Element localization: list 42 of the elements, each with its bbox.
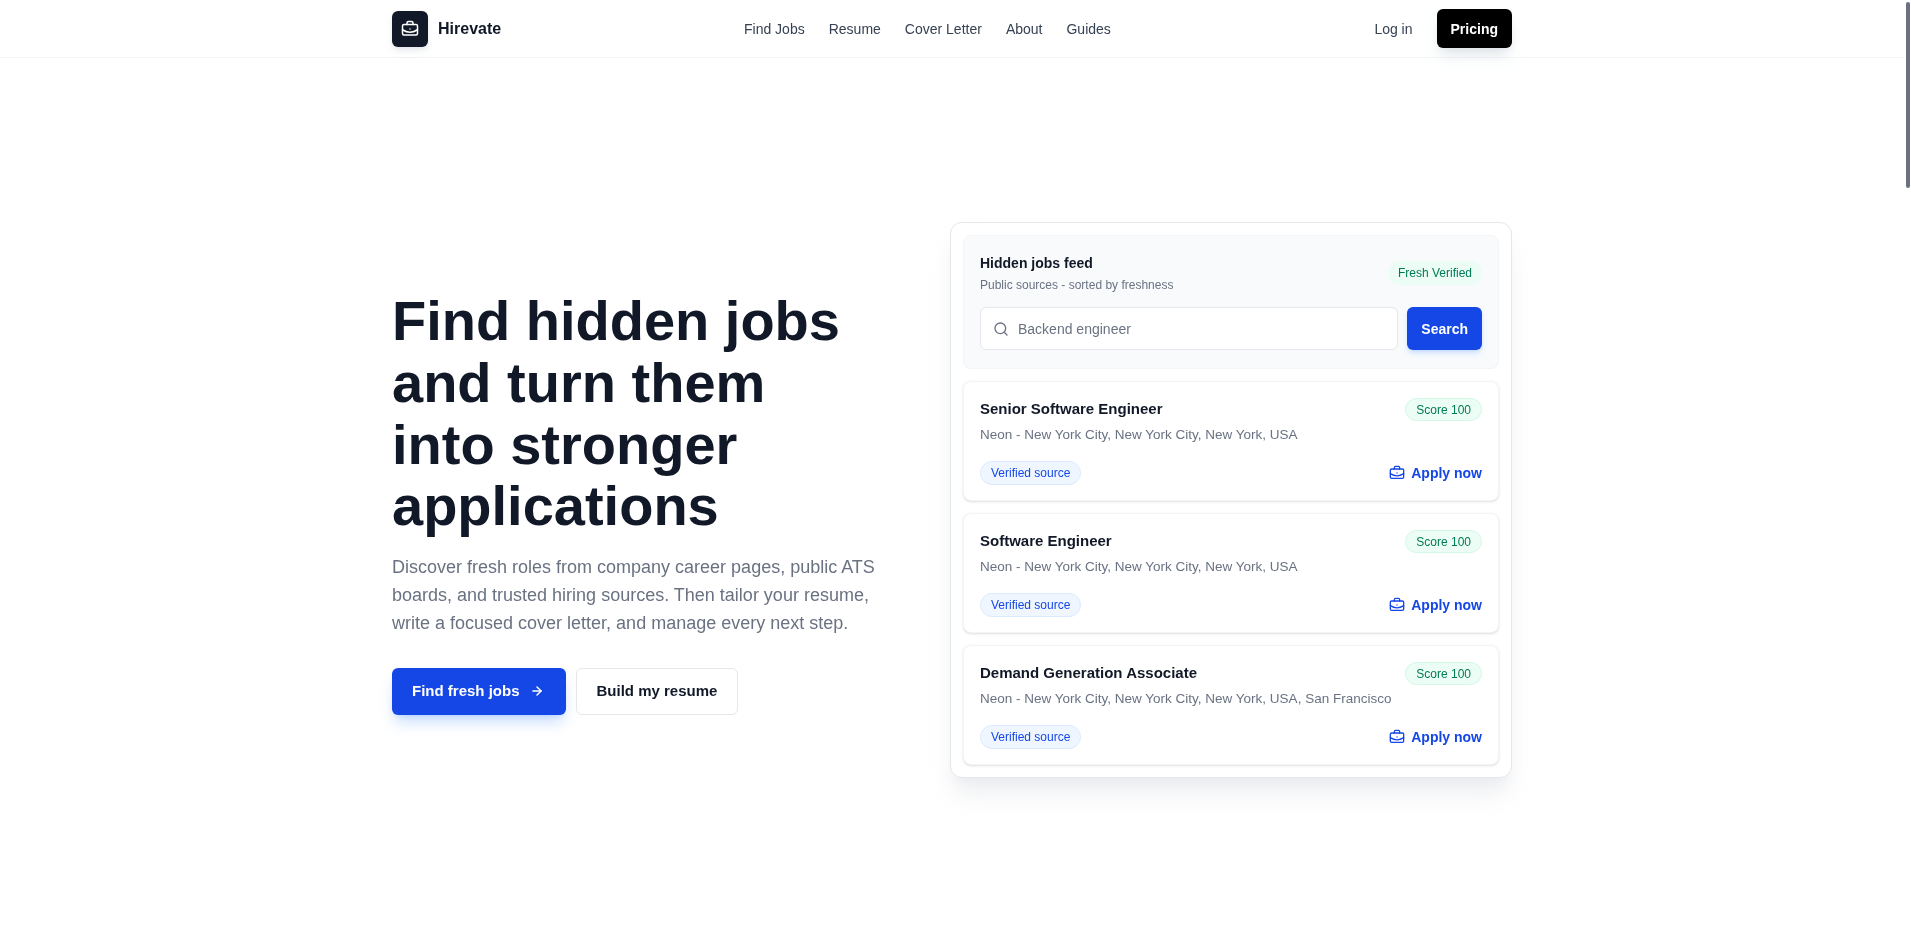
find-jobs-button[interactable]: Find fresh jobs (392, 667, 566, 715)
score-badge: Score 100 (1405, 398, 1482, 421)
job-title: Demand Generation Associate (980, 663, 1198, 683)
job-location: Neon - New York City, New York City, New York, USA (980, 426, 1298, 444)
apply-now-link[interactable]: Apply now (1389, 595, 1482, 615)
briefcase-icon (1389, 729, 1406, 745)
fresh-verified-badge: Fresh Verified (1387, 261, 1482, 285)
scrollbar-thumb[interactable] (1905, 2, 1910, 188)
verified-source-badge: Verified source (980, 593, 1082, 617)
briefcase-logo-icon[interactable] (392, 10, 428, 47)
job-title: Senior Software Engineer (980, 399, 1164, 419)
search-button[interactable]: Search (1407, 307, 1482, 350)
apply-now-link[interactable]: Apply now (1389, 463, 1482, 483)
search-field[interactable]: Backend engineer (980, 307, 1399, 350)
pricing-button[interactable]: Pricing (1436, 9, 1512, 48)
verified-source-badge: Verified source (980, 461, 1082, 485)
nav-link[interactable]: About (1005, 18, 1043, 39)
arrow-right-icon (529, 684, 544, 699)
nav-link[interactable]: Guides (1066, 18, 1111, 39)
apply-now-link[interactable]: Apply now (1389, 727, 1482, 747)
job-card[interactable]: Senior Software Engineer Neon - New York City, New York City, New York, USA Score 100 Verified source Apply now (963, 381, 1499, 501)
briefcase-icon (1389, 465, 1406, 481)
hero-heading: Find hidden jobs and turn them into stronger applications (392, 290, 841, 537)
job-location: Neon - New York City, New York City, New York, USA (980, 558, 1298, 576)
job-card[interactable]: Software Engineer Neon - New York City, New York City, New York, USA Score 100 Verified source Apply now (963, 513, 1499, 633)
login-link[interactable]: Log in (1374, 18, 1413, 39)
verified-source-badge: Verified source (980, 725, 1082, 749)
job-card[interactable]: Demand Generation Associate Neon - New York City, New York City, New York, USA, San Francisco Score 100 Verified source Apply now (963, 645, 1499, 765)
nav-link[interactable]: Cover Letter (904, 18, 982, 39)
search-icon (993, 320, 1009, 337)
score-badge: Score 100 (1405, 662, 1482, 685)
hero-description: Discover fresh roles from company career pages, public ATS boards, and trusted hiring sources. Then tailor your resume, write a focused cover letter, and manage every next step. (392, 555, 876, 635)
briefcase-icon (1389, 597, 1406, 613)
job-location: Neon - New York City, New York City, New York, USA, San Francisco (980, 690, 1392, 708)
job-title: Software Engineer (980, 531, 1113, 551)
nav-link[interactable]: Resume (828, 18, 881, 39)
nav-link[interactable]: Find Jobs (744, 18, 805, 39)
build-resume-button[interactable]: Build my resume (575, 667, 739, 715)
score-badge: Score 100 (1405, 530, 1482, 553)
brand-name[interactable]: Hirevate (438, 16, 502, 41)
feed-subtitle: Public sources - sorted by freshness (980, 277, 1174, 293)
feed-title: Hidden jobs feed (980, 254, 1094, 273)
